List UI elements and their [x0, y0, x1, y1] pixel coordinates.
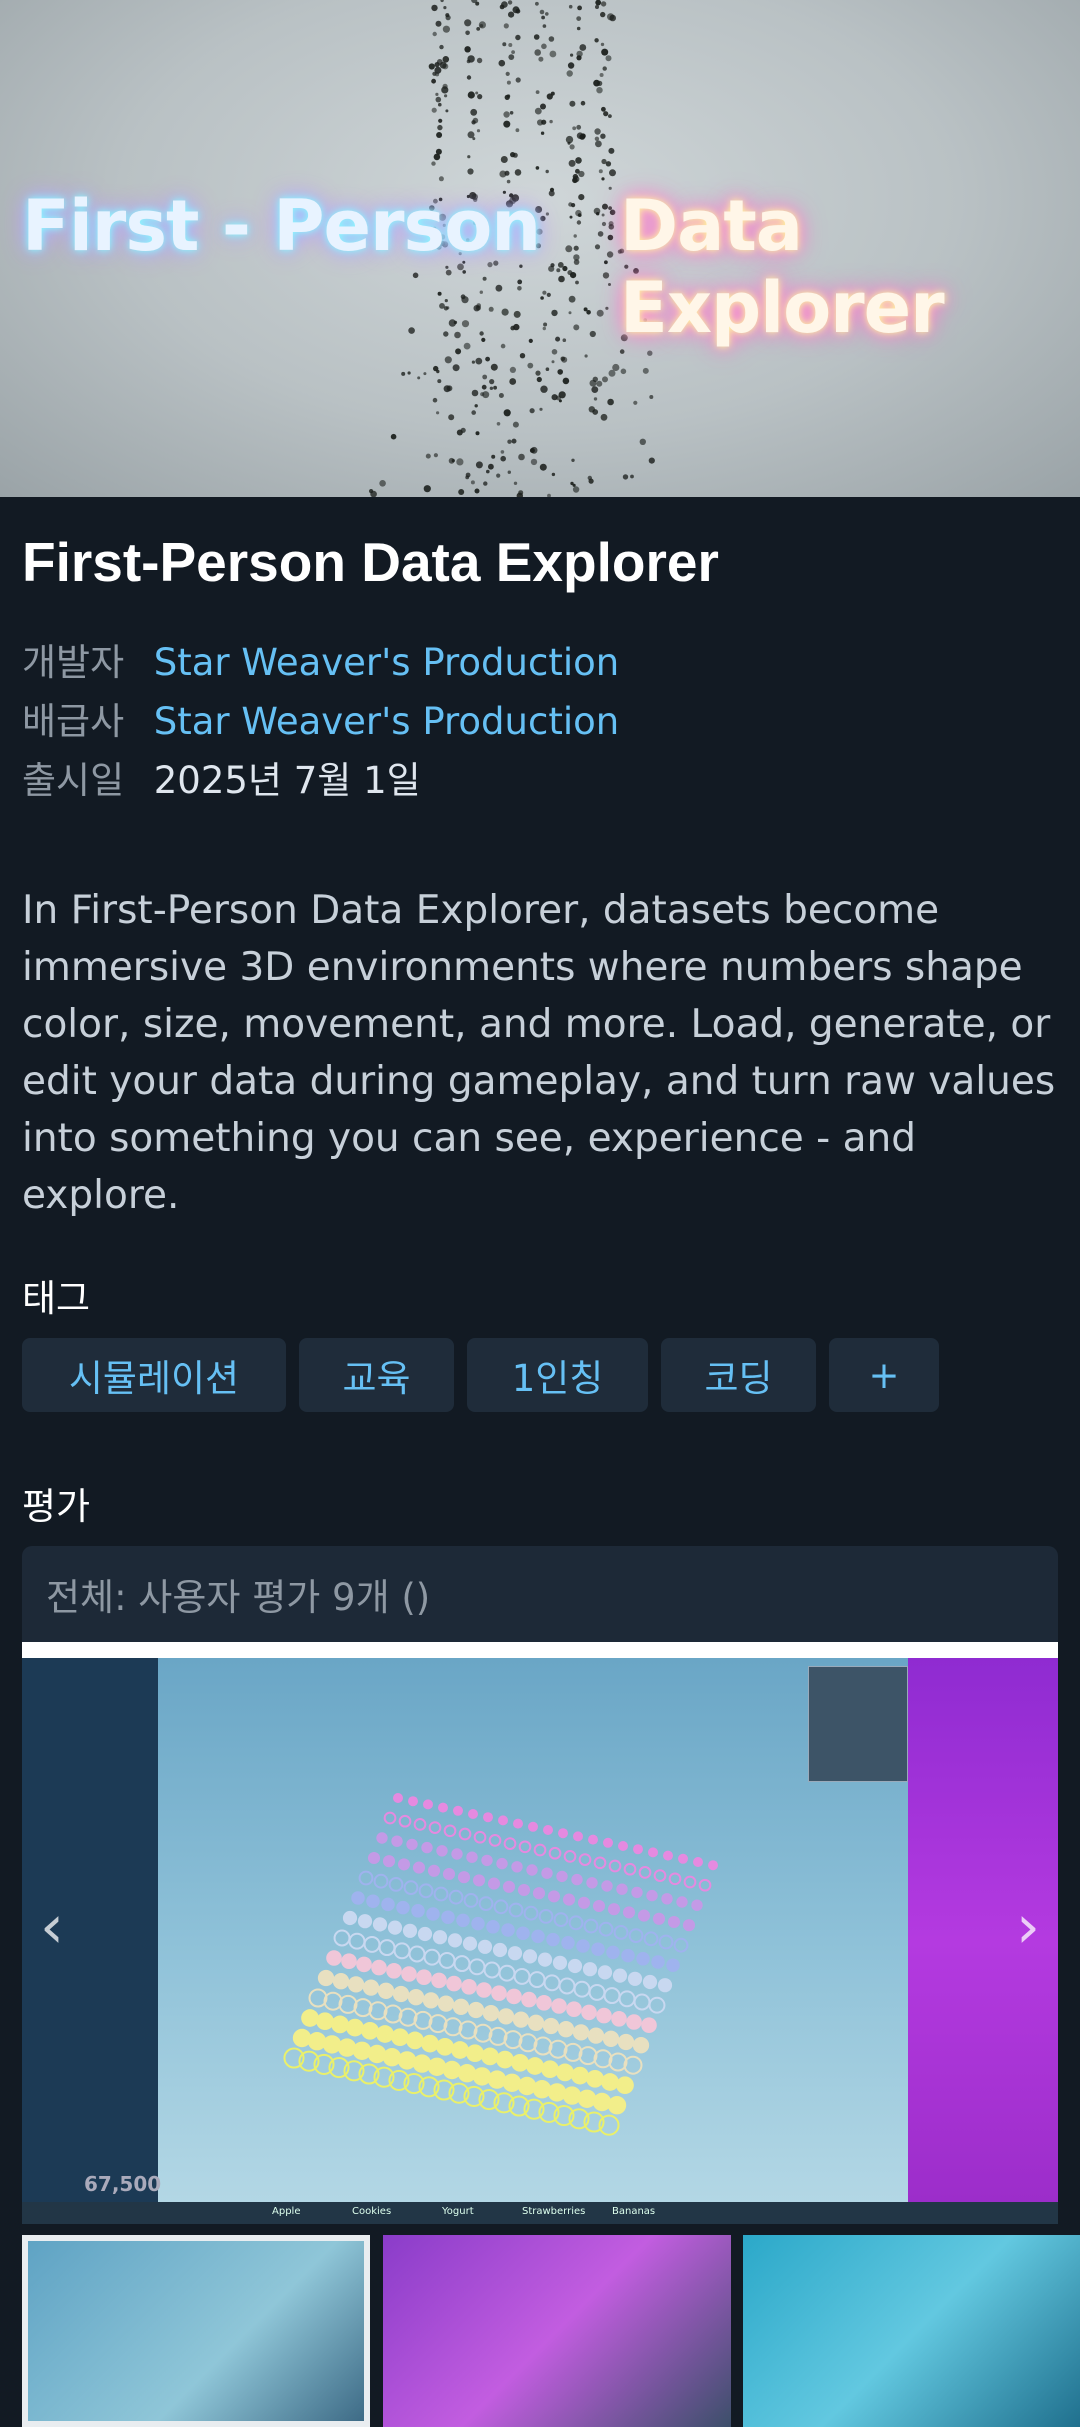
tags-heading: 태그 — [22, 1277, 91, 1320]
screenshot-thumbnail-1[interactable] — [22, 2235, 370, 2427]
publisher-row: 배급사 Star Weaver's Production — [22, 691, 619, 745]
game-description: In First-Person Data Explorer, datasets … — [22, 888, 1056, 1218]
developer-row: 개발자 Star Weaver's Production — [22, 632, 619, 686]
screenshot-thumbnail-2[interactable] — [383, 2235, 731, 2427]
release-date-row: 출시일 2025년 7월 1일 — [22, 750, 421, 804]
developer-link[interactable]: Star Weaver's Production — [154, 641, 619, 684]
point-count: 67,500 — [84, 2172, 162, 2196]
release-date-label: 출시일 — [22, 759, 125, 802]
screenshot-thumbnail-3[interactable] — [743, 2235, 1080, 2427]
reviews-summary[interactable]: 전체: 사용자 평가 9개 () — [22, 1546, 1058, 1642]
hero-title-left: First - Person — [22, 185, 541, 267]
publisher-link[interactable]: Star Weaver's Production — [154, 700, 619, 743]
tag-education[interactable]: 교육 — [299, 1338, 454, 1412]
bottom-label-strawberries: Strawberries — [522, 2206, 586, 2217]
publisher-label: 배급사 — [22, 700, 125, 743]
tag-more-button[interactable]: + — [829, 1338, 939, 1412]
tag-list: 시뮬레이션 교육 1인칭 코딩 + — [22, 1338, 939, 1412]
data-point-grid — [283, 1793, 718, 2136]
next-screenshot-icon[interactable]: › — [1016, 1892, 1040, 1962]
release-date-value: 2025년 7월 1일 — [153, 759, 421, 802]
bottom-label-bananas: Bananas — [612, 2206, 656, 2217]
tag-first-person[interactable]: 1인칭 — [467, 1338, 648, 1412]
page-title: First-Person Data Explorer — [22, 531, 719, 593]
hero-title-right: Data Explorer — [620, 185, 945, 349]
bottom-label-apple: Apple — [272, 2206, 301, 2217]
reviews-heading: 평가 — [22, 1485, 91, 1528]
screenshot-scene: 67,500 Apple Cookies Yogurt Strawberries… — [22, 1658, 1058, 2224]
bottom-label-yogurt: Yogurt — [442, 2206, 474, 2217]
main-screenshot[interactable]: 67,500 Apple Cookies Yogurt Strawberries… — [22, 1642, 1058, 2224]
prev-screenshot-icon[interactable]: ‹ — [40, 1892, 64, 1962]
bottom-label-cookies: Cookies — [352, 2206, 392, 2217]
developer-label: 개발자 — [22, 641, 125, 684]
hero-banner: First - Person Data Explorer — [0, 0, 1080, 497]
tag-simulation[interactable]: 시뮬레이션 — [22, 1338, 286, 1412]
scene-bottom-bar: Apple Cookies Yogurt Strawberries Banana… — [22, 2202, 1058, 2224]
tag-coding[interactable]: 코딩 — [661, 1338, 816, 1412]
